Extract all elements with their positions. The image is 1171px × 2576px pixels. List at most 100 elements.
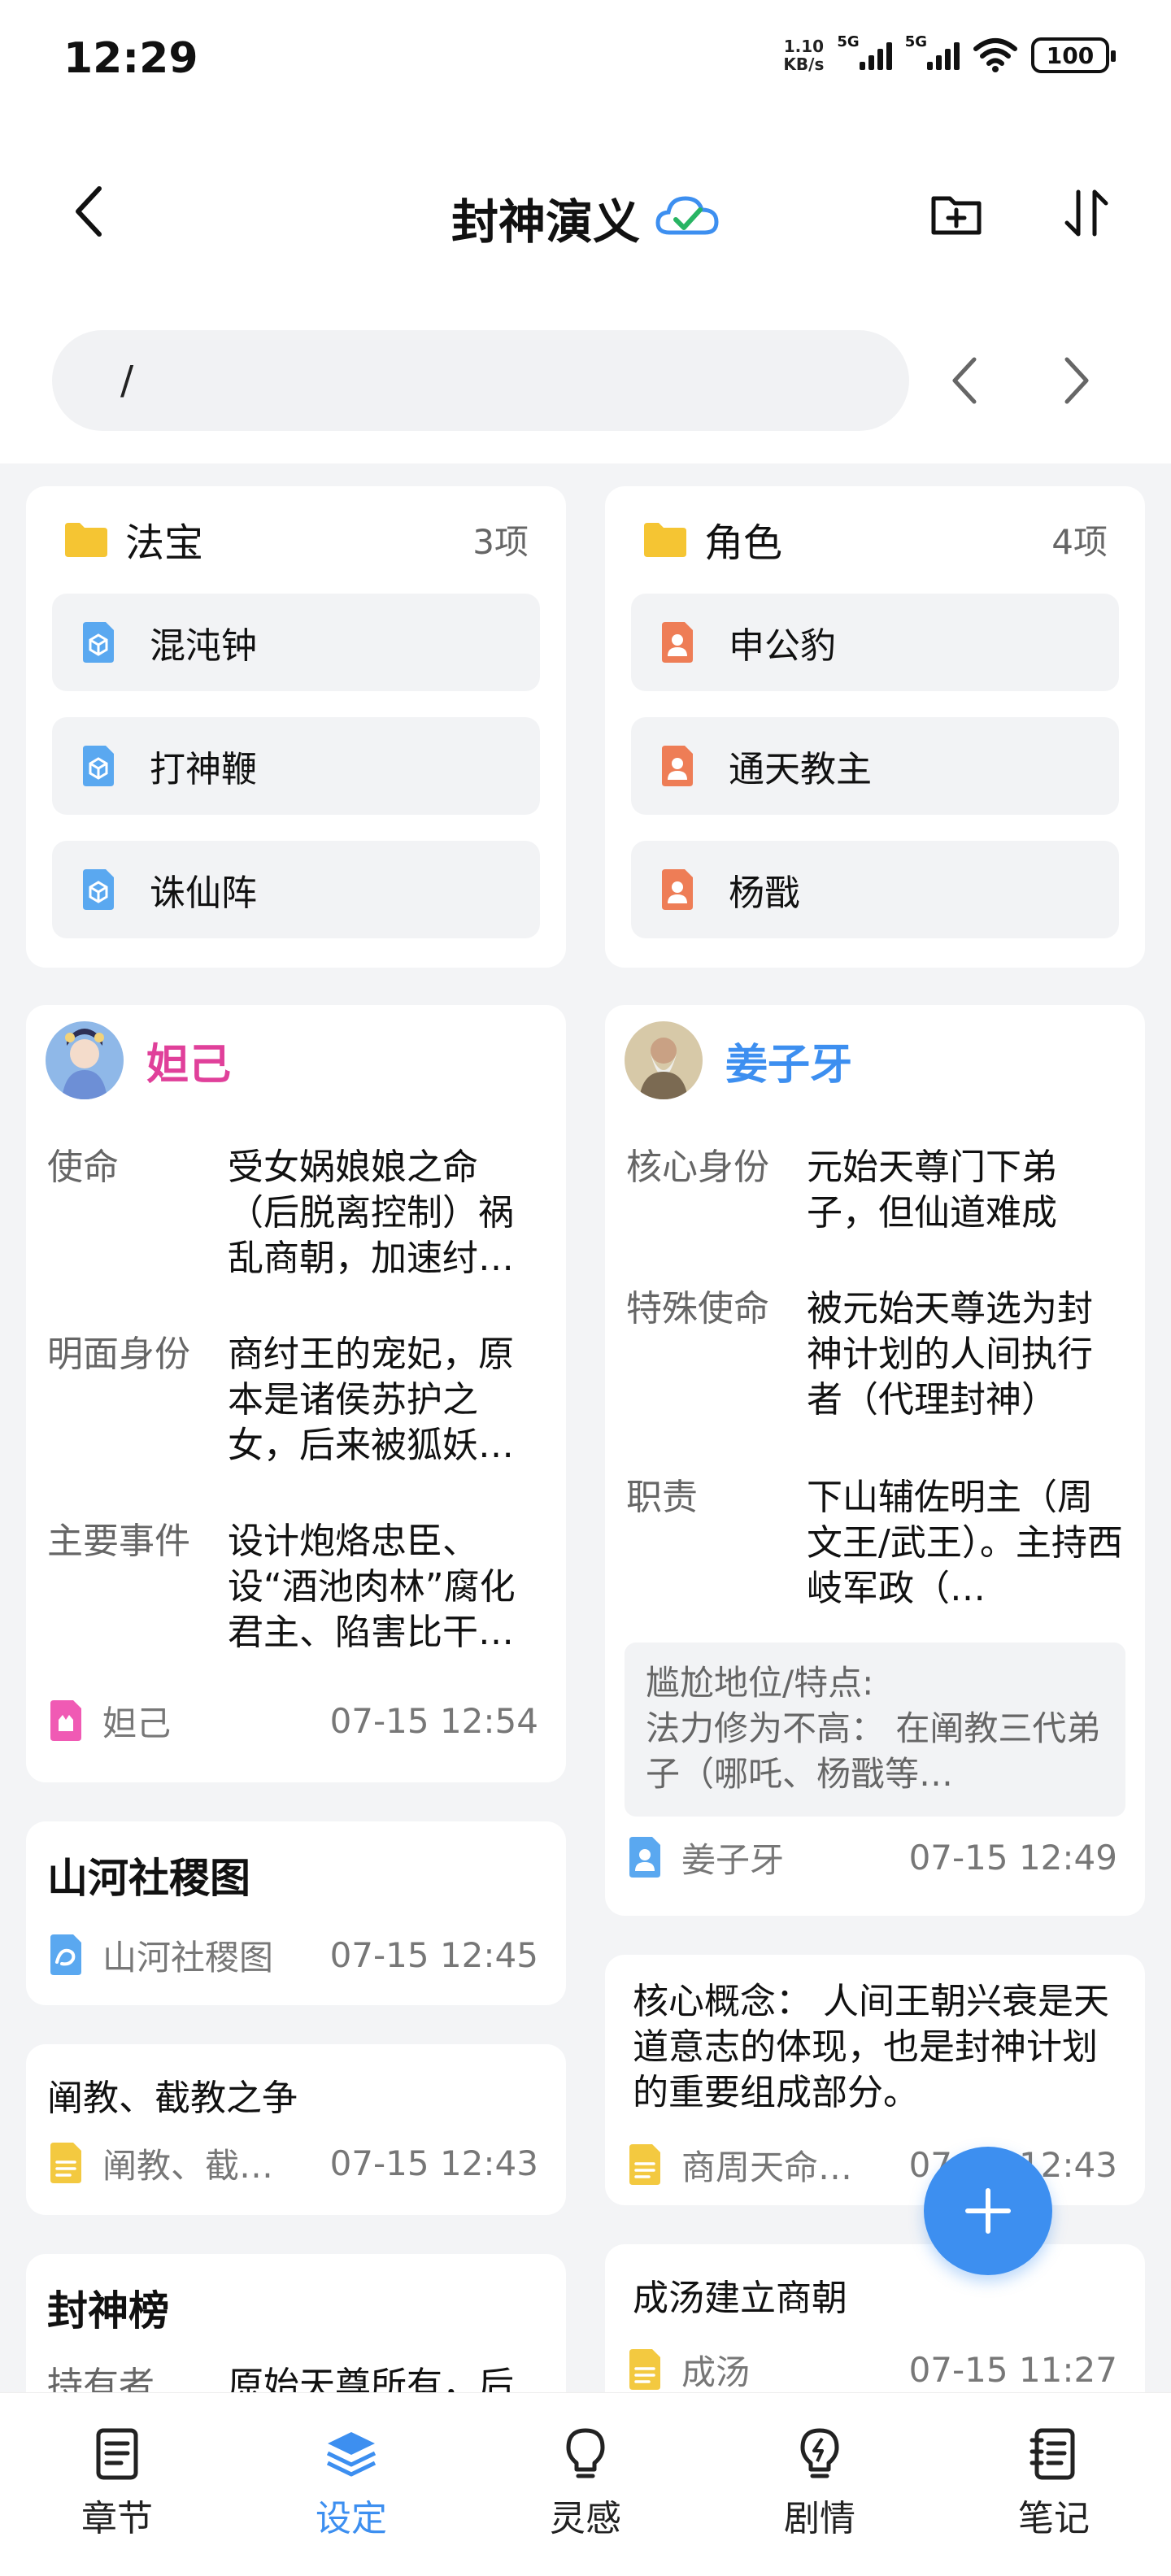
note-body: 法力修为不高： 在阐教三代弟子（哪吒、杨戬等… — [646, 1708, 1101, 1794]
wifi-icon — [973, 38, 1017, 72]
avatar — [625, 1021, 703, 1099]
attribute-key: 职责 — [626, 1477, 698, 1518]
document-icon — [50, 2143, 81, 2183]
character-card-daji[interactable]: 妲己 使命 受女娲娘娘之命（后脱离控制）祸乱商朝，加速纣… 明面身份 商纣王的宠… — [26, 1005, 566, 1782]
person-doc-icon — [629, 1837, 660, 1878]
tab-plot[interactable]: 剧情 — [703, 2393, 937, 2576]
item-label: 混沌钟 — [150, 625, 257, 667]
note-title: 尴尬地位/特点: — [646, 1663, 874, 1703]
character-header: 妲己 — [46, 1021, 231, 1099]
status-bar: 12:29 1.10 KB/s 5G 5G 100 — [0, 0, 1171, 130]
folder-icon — [65, 523, 107, 557]
battery-icon: 100 — [1031, 37, 1116, 73]
folder-title: 法宝 — [125, 520, 204, 566]
list-item[interactable]: 通天教主 — [631, 717, 1119, 815]
card-shanhe[interactable]: 山河社稷图 山河社稷图 07-15 12:45 — [26, 1821, 566, 2005]
list-item[interactable]: 打神鞭 — [52, 717, 540, 815]
layers-icon — [326, 2432, 377, 2477]
speed-unit: KB/s — [783, 54, 825, 74]
signal-sim1-icon: 5G — [837, 33, 892, 70]
item-person-icon — [662, 622, 693, 663]
document-icon — [629, 2144, 660, 2185]
attribute-row: 明面身份 商纣王的宠妃，原本是诸侯苏护之女，后来被狐妖… — [47, 1332, 545, 1469]
footer-label: 妲己 — [102, 1703, 172, 1743]
tab-notes[interactable]: 笔记 — [937, 2393, 1171, 2576]
path-bar: / — [0, 309, 1171, 463]
character-name: 妲己 — [146, 1040, 232, 1090]
attribute-row: 核心身份 元始天尊门下弟子，但仙道难成 — [626, 1145, 1124, 1236]
footer-time: 07-15 12:43 — [329, 2143, 538, 2183]
path-forward-icon[interactable] — [1041, 346, 1106, 415]
attribute-value: 被元始天尊选为封神计划的人间执行者（代理封神） — [807, 1288, 1093, 1421]
cloud-synced-icon[interactable] — [655, 192, 720, 244]
footer-label: 成汤 — [681, 2352, 751, 2392]
avatar — [46, 1021, 124, 1099]
attribute-value: 下山辅佐明主（周文王/武王）。主持西岐军政（… — [807, 1477, 1123, 1609]
attribute-value: 元始天尊门下弟子，但仙道难成 — [807, 1147, 1057, 1234]
folder-title: 角色 — [704, 520, 783, 566]
folder-header: 法宝 3项 — [63, 511, 529, 568]
list-item[interactable]: 申公豹 — [631, 594, 1119, 691]
attribute-key: 使命 — [47, 1147, 119, 1188]
footer-time: 07-15 11:27 — [908, 2349, 1117, 2390]
list-item[interactable]: 诛仙阵 — [52, 841, 540, 938]
page-title: 封神演义 — [451, 194, 640, 250]
path-input[interactable]: / — [52, 330, 909, 431]
lightbulb-icon — [566, 2428, 605, 2478]
battery-level: 100 — [1046, 41, 1095, 69]
network-speed: 1.10 KB/s — [783, 37, 824, 73]
item-cube-icon — [83, 869, 114, 910]
item-cube-icon — [83, 622, 114, 663]
folder-count: 3项 — [472, 521, 529, 562]
path-back-icon[interactable] — [935, 346, 1000, 415]
character-card-jiangziya[interactable]: 姜子牙 核心身份 元始天尊门下弟子，但仙道难成 特殊使命 被元始天尊选为封神计划… — [605, 1005, 1145, 1916]
plus-icon — [965, 2188, 1011, 2234]
item-label: 申公豹 — [729, 625, 836, 667]
item-label: 诛仙阵 — [150, 872, 257, 914]
card-footer: 妲己 07-15 12:54 — [47, 1696, 538, 1745]
add-button[interactable] — [924, 2147, 1052, 2275]
attribute-key: 特殊使命 — [626, 1288, 769, 1329]
footer-label: 阐教、截… — [102, 2145, 274, 2186]
card-footer: 姜子牙 07-15 12:49 — [626, 1833, 1117, 1882]
tab-inspiration[interactable]: 灵感 — [468, 2393, 703, 2576]
card-title: 阐教、截教之争 — [47, 2078, 298, 2119]
card-footer: 成汤 07-15 11:27 — [626, 2345, 1117, 2394]
tab-settings[interactable]: 设定 — [234, 2393, 468, 2576]
item-label: 杨戬 — [729, 872, 800, 914]
list-item[interactable]: 混沌钟 — [52, 594, 540, 691]
footer-label: 姜子牙 — [681, 1839, 785, 1880]
title-group: 封神演义 — [0, 184, 1171, 252]
folder-icon — [644, 523, 686, 557]
folder-card-fabao[interactable]: 法宝 3项 混沌钟 打神鞭 诛仙阵 — [26, 486, 566, 968]
character-name: 姜子牙 — [725, 1040, 853, 1090]
sim2-label: 5G — [904, 33, 927, 50]
card-title: 封神榜 — [47, 2287, 169, 2334]
character-header: 姜子牙 — [625, 1021, 852, 1099]
card-chanjie[interactable]: 阐教、截教之争 阐教、截… 07-15 12:43 — [26, 2044, 566, 2215]
footer-label: 商周天命… — [681, 2147, 853, 2187]
document-icon — [96, 2428, 138, 2480]
tab-label: 剧情 — [784, 2498, 855, 2539]
footer-time: 07-15 12:45 — [329, 1934, 538, 1975]
item-label: 通天教主 — [729, 749, 872, 790]
fox-doc-icon — [50, 1700, 81, 1741]
notebook-icon — [1030, 2428, 1075, 2480]
attribute-key: 明面身份 — [47, 1334, 190, 1375]
attribute-value: 设计炮烙忠臣、设“酒池肉林”腐化君主、陷害比干… — [228, 1521, 516, 1653]
folder-count: 4项 — [1051, 521, 1108, 562]
tab-chapters[interactable]: 章节 — [0, 2393, 234, 2576]
card-concept[interactable]: 核心概念： 人间王朝兴衰是天道意志的体现，也是封神计划的重要组成部分。 商周天命… — [605, 1955, 1145, 2205]
folder-card-juese[interactable]: 角色 4项 申公豹 通天教主 杨戬 — [605, 486, 1145, 968]
document-icon — [629, 2349, 660, 2390]
card-text: 核心概念： 人间王朝兴衰是天道意志的体现，也是封神计划的重要组成部分。 — [633, 1981, 1109, 2113]
item-cube-icon — [83, 746, 114, 786]
item-person-icon — [662, 869, 693, 910]
card-footer: 阐教、截… 07-15 12:43 — [47, 2139, 538, 2187]
status-time: 12:29 — [63, 34, 198, 83]
sort-icon[interactable] — [1057, 184, 1116, 242]
signal-sim2-icon: 5G — [905, 33, 960, 70]
list-item[interactable]: 杨戬 — [631, 841, 1119, 938]
new-folder-icon[interactable] — [927, 184, 986, 242]
attribute-row: 主要事件 设计炮烙忠臣、设“酒池肉林”腐化君主、陷害比干… — [47, 1519, 545, 1656]
